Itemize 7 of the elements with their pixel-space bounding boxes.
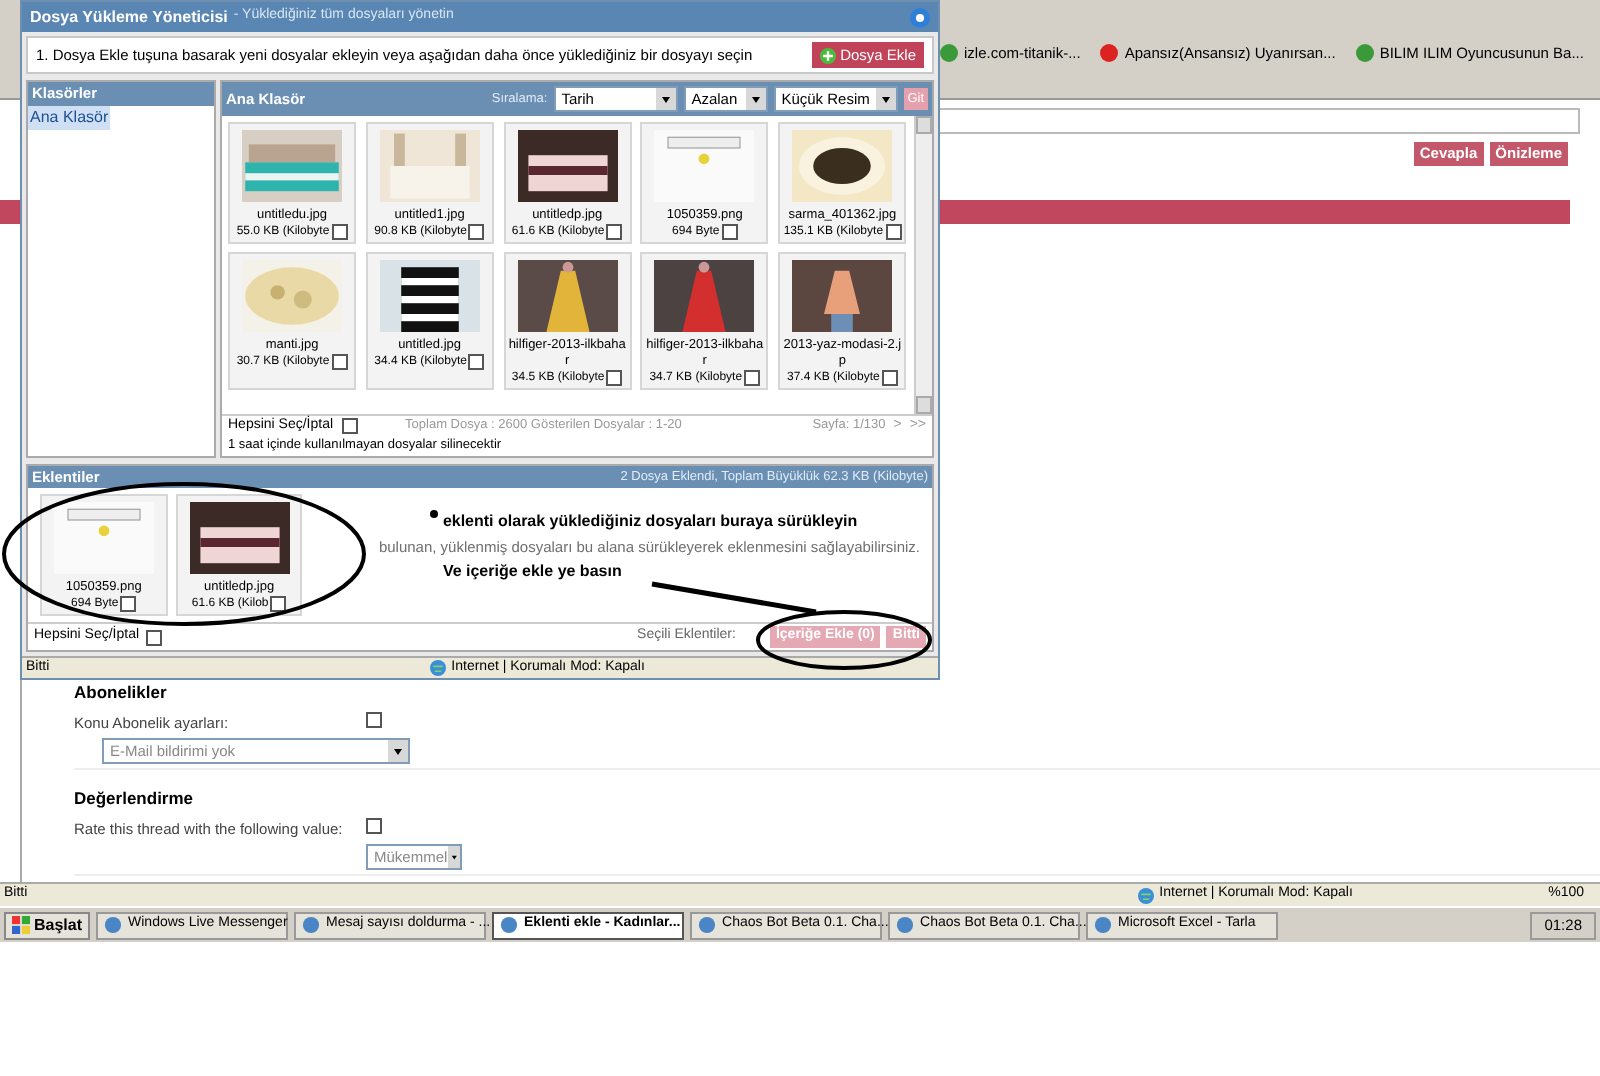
window-title: Dosya Yükleme Yöneticisi (30, 5, 228, 29)
section-title: Abonelikler (74, 680, 169, 706)
annotation-text: Ve içeriğe ekle ye basın (440, 560, 624, 585)
section-title: Değerlendirme (74, 786, 196, 812)
start-button[interactable]: Başlat (4, 911, 91, 939)
annotation-text: eklenti olarak yüklediğiniz dosyaları buraya sürükleyin (442, 510, 858, 534)
folder-item[interactable]: Ana Klasör (28, 106, 111, 130)
